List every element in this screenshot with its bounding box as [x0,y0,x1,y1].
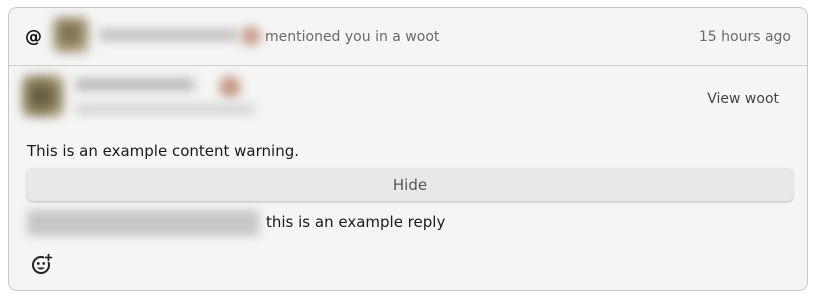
notification-header: @ mentioned you in a woot 15 hours ago [9,8,807,66]
notification-action-text: mentioned you in a woot [265,29,440,45]
view-woot-button[interactable]: View woot [695,87,791,111]
custom-emoji-icon [219,76,241,98]
timestamp[interactable]: 15 hours ago [699,28,791,46]
notification-card: @ mentioned you in a woot 15 hours ago V… [8,7,808,291]
reply-text: this is an example reply [266,213,446,231]
reply-mention-link[interactable] [27,210,259,236]
add-reaction-icon[interactable] [31,252,55,276]
user-display-name[interactable] [99,29,239,41]
hide-content-button[interactable]: Hide [27,168,793,201]
post-author-name[interactable] [75,78,195,91]
post-body: View woot This is an example content war… [9,66,807,290]
custom-emoji-icon [241,26,261,46]
post-avatar[interactable] [22,75,64,117]
at-icon: @ [25,27,42,47]
avatar[interactable] [53,17,89,53]
post-author-handle [75,104,255,114]
content-warning-text: This is an example content warning. [27,142,299,160]
